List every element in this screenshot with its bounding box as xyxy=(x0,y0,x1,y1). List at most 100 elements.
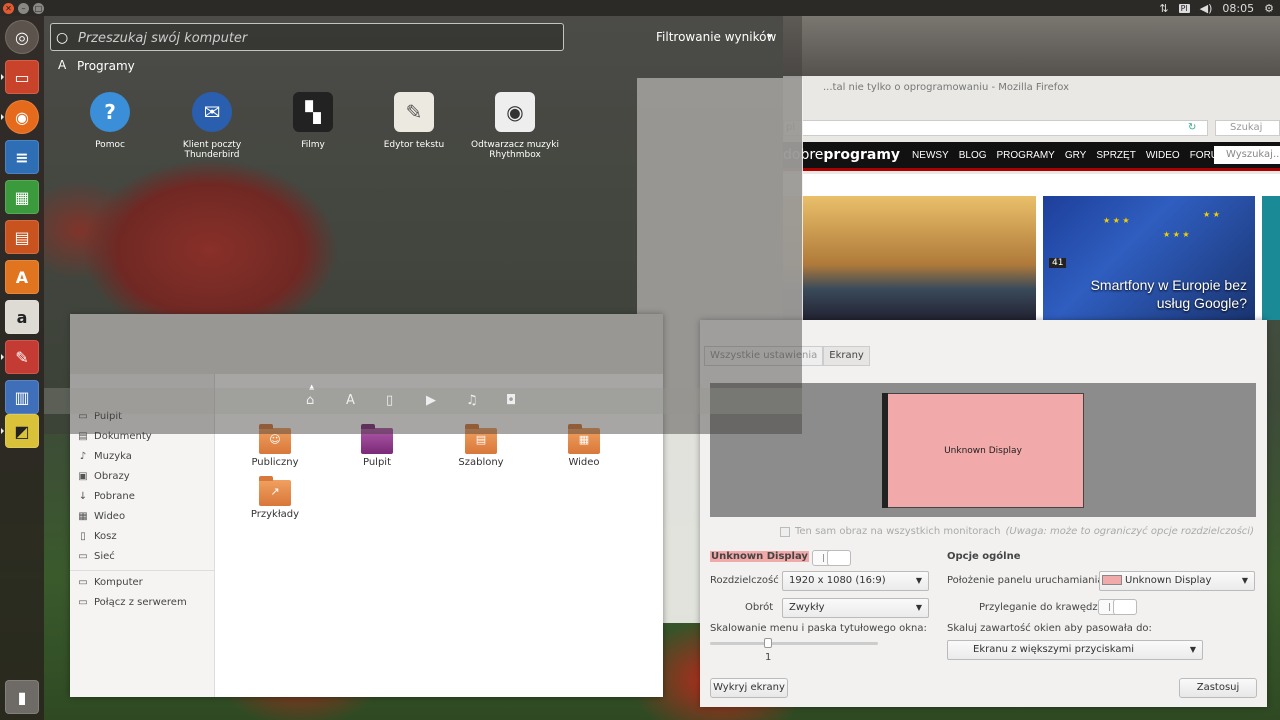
launcher: ◎ ▭ ◉ ≡ ▦ ▤ A a ✎ ▥ ◩ ▮ xyxy=(0,16,44,720)
photo-lens-icon[interactable]: ◘ xyxy=(506,393,516,408)
app-edytor-tekstu[interactable]: ✎ Edytor tekstu xyxy=(364,92,464,150)
files-lens-icon[interactable]: ▯ xyxy=(386,393,393,408)
lens-bar: ⌂ A ▯ ▶ ♫ ◘ xyxy=(44,388,802,414)
sticky-edges-switch[interactable] xyxy=(1098,599,1137,615)
chevron-down-icon: ▼ xyxy=(1241,576,1248,585)
nav-wideo[interactable]: WIDEO xyxy=(1146,150,1180,161)
firefox-icon[interactable]: ◉ xyxy=(1,100,39,134)
dash-home-icon[interactable]: ◎ xyxy=(5,20,39,54)
home-lens-icon[interactable]: ⌂ xyxy=(306,393,314,408)
gear-icon[interactable]: ⚙ xyxy=(1264,2,1274,15)
app-icon[interactable]: ▥ xyxy=(5,380,39,414)
firefox-title: ...tal nie tylko o oprogramowaniu - Mozi… xyxy=(823,82,1070,93)
article-tile-partial[interactable] xyxy=(1262,196,1280,320)
scale-label: Skalowanie menu i paska tytułowego okna: xyxy=(710,623,927,634)
scale-slider[interactable] xyxy=(710,642,878,645)
article-tile-eu[interactable]: ★ ★ ★ ★ ★ ★ ★ ★ 41 Smartfony w Europie b… xyxy=(1043,196,1255,320)
resolution-dropdown[interactable]: 1920 x 1080 (16:9) ▼ xyxy=(782,571,929,591)
sidebar-item-siec[interactable]: ▭ Sieć xyxy=(78,551,115,562)
trash-icon: ▯ xyxy=(80,531,86,542)
indicator-area: ⇅ Pl ◀) 08:05 ⚙ xyxy=(1159,2,1280,15)
videos-icon: ▦ xyxy=(78,511,88,522)
sidebar-item-obrazy[interactable]: ▣ Obrazy xyxy=(78,471,129,482)
tab-displays[interactable]: Ekrany xyxy=(823,346,870,366)
amazon-icon[interactable]: a xyxy=(5,300,39,334)
folder-icon: ↗ xyxy=(259,476,291,506)
monitor-preview[interactable]: Unknown Display xyxy=(882,393,1084,508)
scale-value: 1 xyxy=(765,652,772,663)
site-navbar: dobreprogramy NEWSY BLOG PROGRAMY GRY SP… xyxy=(783,142,1280,168)
rotation-dropdown[interactable]: Zwykły ▼ xyxy=(782,598,929,618)
nav-gry[interactable]: GRY xyxy=(1065,150,1087,161)
scale-windows-label: Skaluj zawartość okien aby pasowała do: xyxy=(947,623,1152,634)
mirror-checkbox[interactable] xyxy=(780,526,790,537)
launcher-position-dropdown[interactable]: Unknown Display ▼ xyxy=(1099,571,1255,591)
filter-results-button[interactable]: Filtrowanie wyników xyxy=(656,30,776,44)
downloads-icon: ↓ xyxy=(78,491,88,502)
sidebar-item-wideo[interactable]: ▦ Wideo xyxy=(78,511,125,522)
minimize-window-icon[interactable]: – xyxy=(18,2,29,14)
movie-clapper-icon: ▚ xyxy=(293,92,333,132)
sidebar-item-komputer[interactable]: ▭ Komputer xyxy=(78,577,143,588)
connect-server-icon: ▭ xyxy=(78,597,88,608)
trash-icon[interactable]: ▮ xyxy=(5,680,39,714)
mirror-displays-row: Ten sam obraz na wszystkich monitorach (… xyxy=(780,526,1254,537)
music-lens-icon[interactable]: ♫ xyxy=(466,393,478,408)
detect-displays-button[interactable]: Wykryj ekrany xyxy=(710,678,788,698)
app-pomoc[interactable]: ? Pomoc xyxy=(60,92,160,150)
apply-button[interactable]: Zastosuj xyxy=(1179,678,1257,698)
volume-icon[interactable]: ◀) xyxy=(1200,2,1213,15)
folder-szablony[interactable]: ▤ Szablony xyxy=(441,424,521,468)
thunderbird-icon: ✉ xyxy=(192,92,232,132)
software-center-icon[interactable]: A xyxy=(5,260,39,294)
sidebar-item-muzyka[interactable]: ♪ Muzyka xyxy=(78,451,132,462)
launcher-position-label: Położenie panelu uruchamiania xyxy=(947,575,1104,586)
app-filmy[interactable]: ▚ Filmy xyxy=(263,92,363,150)
sidebar-item-kosz[interactable]: ▯ Kosz xyxy=(78,531,116,542)
category-header[interactable]: Programy xyxy=(77,59,135,73)
search-icon: ○ xyxy=(56,30,69,46)
help-icon: ? xyxy=(90,92,130,132)
system-settings-icon[interactable]: ✎ xyxy=(1,340,39,374)
nav-blog[interactable]: BLOG xyxy=(959,150,987,161)
top-panel: ✕ – □ ⇅ Pl ◀) 08:05 ⚙ xyxy=(0,0,1280,16)
writer-icon[interactable]: ≡ xyxy=(5,140,39,174)
launcher-preview-bar xyxy=(882,393,888,508)
nav-newsy[interactable]: NEWSY xyxy=(912,150,949,161)
calc-icon[interactable]: ▦ xyxy=(5,180,39,214)
resolution-label: Rozdzielczość xyxy=(710,575,779,586)
folder-publiczny[interactable]: ☺ Publiczny xyxy=(235,424,315,468)
applications-lens-icon[interactable]: A xyxy=(346,393,355,408)
reload-icon[interactable]: ↻ xyxy=(1188,122,1196,133)
display-settings-icon[interactable]: ◩ xyxy=(1,414,39,448)
impress-icon[interactable]: ▤ xyxy=(5,220,39,254)
nav-sprzet[interactable]: SPRZĘT xyxy=(1096,150,1135,161)
nav-programy[interactable]: PROGRAMY xyxy=(997,150,1055,161)
sidebar-divider xyxy=(70,570,215,571)
maximize-window-icon[interactable]: □ xyxy=(33,2,44,14)
site-search-input[interactable]: Wyszukaj... xyxy=(1214,146,1280,164)
firefox-window: ...tal nie tylko o oprogramowaniu - Mozi… xyxy=(783,16,1280,320)
files-icon[interactable]: ▭ xyxy=(1,60,39,94)
folder-wideo[interactable]: ▦ Wideo xyxy=(544,424,624,468)
scale-slider-handle[interactable] xyxy=(764,638,772,648)
keyboard-layout-indicator[interactable]: Pl xyxy=(1178,3,1190,13)
folder-przyklady[interactable]: ↗ Przykłady xyxy=(235,476,315,520)
rotation-label: Obrót xyxy=(745,602,774,613)
clock[interactable]: 08:05 xyxy=(1222,2,1254,15)
folder-pulpit[interactable]: Pulpit xyxy=(337,424,417,468)
app-rhythmbox[interactable]: ◉ Odtwarzacz muzyki Rhythmbox xyxy=(465,92,565,160)
browser-search-input[interactable]: Szukaj xyxy=(1215,120,1280,136)
sidebar-item-pobrane[interactable]: ↓ Pobrane xyxy=(78,491,135,502)
computer-icon: ▭ xyxy=(78,577,88,588)
sidebar-item-polacz[interactable]: ▭ Połącz z serwerem xyxy=(78,597,186,608)
article-tile-sunset[interactable] xyxy=(783,196,1036,320)
network-icon[interactable]: ⇅ xyxy=(1159,2,1168,15)
dash-search-input[interactable] xyxy=(78,29,548,47)
video-lens-icon[interactable]: ▶ xyxy=(426,393,436,408)
app-thunderbird[interactable]: ✉ Klient poczty Thunderbird xyxy=(162,92,262,160)
url-bar[interactable]: pl xyxy=(783,120,1208,136)
scale-windows-dropdown[interactable]: Ekranu z większymi przyciskami ▼ xyxy=(947,640,1203,660)
display-power-switch[interactable] xyxy=(812,550,851,566)
close-window-icon[interactable]: ✕ xyxy=(3,2,14,14)
